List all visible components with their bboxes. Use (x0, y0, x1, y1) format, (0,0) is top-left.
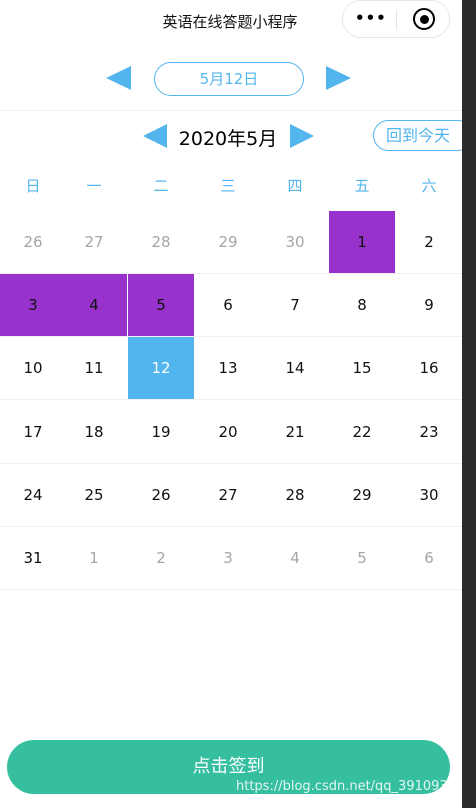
more-options-icon[interactable]: ••• (355, 9, 387, 27)
menu-capsule: ••• (342, 0, 450, 38)
previous-month-arrow-icon[interactable] (143, 124, 167, 148)
calendar-day[interactable]: 14 (262, 337, 328, 399)
calendar-day[interactable]: 3 (195, 527, 261, 589)
calendar-day-signed[interactable]: 3 (0, 274, 66, 336)
calendar-day[interactable]: 29 (195, 211, 261, 273)
back-to-today-button[interactable]: 回到今天 (373, 120, 462, 151)
calendar-day[interactable]: 2 (128, 527, 194, 589)
calendar-day[interactable]: 23 (396, 401, 462, 463)
calendar-day[interactable]: 18 (61, 401, 127, 463)
capsule-divider (396, 10, 397, 30)
calendar-day[interactable]: 13 (195, 337, 261, 399)
calendar-day[interactable]: 26 (0, 211, 66, 273)
calendar-day[interactable]: 31 (0, 527, 66, 589)
calendar-day[interactable]: 7 (262, 274, 328, 336)
previous-day-arrow-icon[interactable] (106, 66, 131, 90)
row-divider (0, 589, 462, 590)
calendar-day[interactable]: 15 (329, 337, 395, 399)
weekday-label: 二 (153, 177, 169, 195)
calendar-day[interactable]: 26 (128, 464, 194, 526)
calendar-day[interactable]: 27 (195, 464, 261, 526)
calendar-day[interactable]: 30 (396, 464, 462, 526)
next-month-arrow-icon[interactable] (290, 124, 314, 148)
weekday-label: 一 (86, 177, 102, 195)
close-miniprogram-icon[interactable] (413, 8, 435, 30)
header-divider (0, 110, 462, 111)
calendar-day[interactable]: 8 (329, 274, 395, 336)
weekday-label: 四 (287, 177, 303, 195)
calendar-day[interactable]: 28 (128, 211, 194, 273)
calendar-day[interactable]: 22 (329, 401, 395, 463)
calendar-day-signed[interactable]: 4 (61, 274, 127, 336)
watermark-text: https://blog.csdn.net/qq_39109305 (236, 779, 462, 794)
month-title: 2020年5月 (178, 128, 278, 150)
window-scrollbar[interactable] (462, 0, 476, 808)
calendar-day[interactable]: 21 (262, 401, 328, 463)
calendar-day[interactable]: 9 (396, 274, 462, 336)
weekday-label: 五 (354, 177, 370, 195)
next-day-arrow-icon[interactable] (326, 66, 351, 90)
calendar-day-signed[interactable]: 1 (329, 211, 395, 273)
weekday-header: 日 一 二 三 四 五 六 (0, 175, 462, 199)
calendar-day[interactable]: 19 (128, 401, 194, 463)
calendar-day[interactable]: 5 (329, 527, 395, 589)
calendar-day[interactable]: 6 (396, 527, 462, 589)
calendar-day[interactable]: 11 (61, 337, 127, 399)
calendar-day[interactable]: 6 (195, 274, 261, 336)
calendar-day[interactable]: 4 (262, 527, 328, 589)
calendar-day[interactable]: 16 (396, 337, 462, 399)
weekday-label: 三 (220, 177, 236, 195)
calendar-day[interactable]: 10 (0, 337, 66, 399)
calendar-day[interactable]: 17 (0, 401, 66, 463)
calendar-day[interactable]: 30 (262, 211, 328, 273)
calendar-day-today[interactable]: 12 (128, 337, 194, 399)
calendar-day[interactable]: 28 (262, 464, 328, 526)
phone-screen: 英语在线答题小程序 ••• 5月12日 2020年5月 回到今天 日 一 二 三… (0, 0, 462, 808)
calendar-day[interactable]: 27 (61, 211, 127, 273)
row-divider (0, 399, 462, 400)
calendar-day[interactable]: 20 (195, 401, 261, 463)
calendar-day[interactable]: 1 (61, 527, 127, 589)
calendar-day[interactable]: 29 (329, 464, 395, 526)
calendar-day[interactable]: 2 (396, 211, 462, 273)
calendar-day[interactable]: 25 (61, 464, 127, 526)
navigation-bar: 英语在线答题小程序 ••• (0, 0, 462, 44)
calendar-day[interactable]: 24 (0, 464, 66, 526)
weekday-label: 日 (25, 177, 41, 195)
selected-date-pill[interactable]: 5月12日 (154, 62, 304, 96)
weekday-label: 六 (421, 177, 437, 195)
calendar-day-signed[interactable]: 5 (128, 274, 194, 336)
